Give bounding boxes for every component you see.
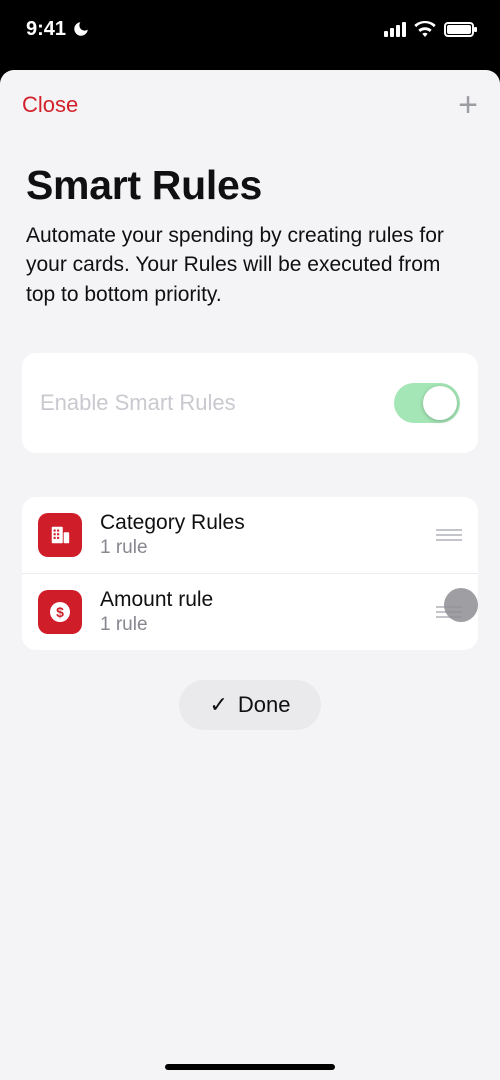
rule-row-amount[interactable]: $ Amount rule 1 rule: [22, 573, 478, 650]
rule-row-category[interactable]: Category Rules 1 rule: [22, 497, 478, 573]
building-icon: [38, 513, 82, 557]
add-rule-button[interactable]: +: [458, 88, 478, 122]
title-block: Smart Rules Automate your spending by cr…: [0, 122, 500, 309]
status-right: [384, 21, 474, 37]
done-button[interactable]: ✓ Done: [179, 680, 320, 730]
touch-indicator: [444, 588, 478, 622]
toggle-knob: [423, 386, 457, 420]
enable-smart-rules-label: Enable Smart Rules: [40, 390, 236, 416]
page-title: Smart Rules: [26, 162, 474, 209]
rule-title: Category Rules: [100, 511, 418, 535]
battery-icon: [444, 22, 474, 37]
do-not-disturb-icon: [72, 20, 90, 38]
device-frame: 9:41 Close + Smart Rules Automate your s…: [0, 0, 500, 1080]
svg-text:$: $: [56, 604, 64, 620]
enable-smart-rules-toggle[interactable]: [394, 383, 460, 423]
rule-subtitle: 1 rule: [100, 614, 418, 636]
page-description: Automate your spending by creating rules…: [26, 221, 474, 309]
drag-handle-icon[interactable]: [436, 529, 462, 541]
rules-list: Category Rules 1 rule $ Amount rule 1 ru…: [22, 497, 478, 650]
modal-sheet: Close + Smart Rules Automate your spendi…: [0, 70, 500, 1080]
rule-title: Amount rule: [100, 588, 418, 612]
done-wrap: ✓ Done: [0, 680, 500, 730]
rule-text: Amount rule 1 rule: [100, 588, 418, 636]
wifi-icon: [414, 21, 436, 37]
status-left: 9:41: [26, 18, 90, 41]
status-bar: 9:41: [0, 0, 500, 58]
status-time: 9:41: [26, 18, 66, 41]
cell-signal-icon: [384, 22, 406, 37]
home-indicator[interactable]: [165, 1064, 335, 1070]
sheet-header: Close +: [0, 70, 500, 122]
done-label: Done: [238, 692, 291, 718]
enable-smart-rules-card: Enable Smart Rules: [22, 353, 478, 453]
rule-text: Category Rules 1 rule: [100, 511, 418, 559]
rule-subtitle: 1 rule: [100, 537, 418, 559]
dollar-icon: $: [38, 590, 82, 634]
check-icon: ✓: [209, 692, 227, 718]
close-button[interactable]: Close: [22, 92, 78, 118]
